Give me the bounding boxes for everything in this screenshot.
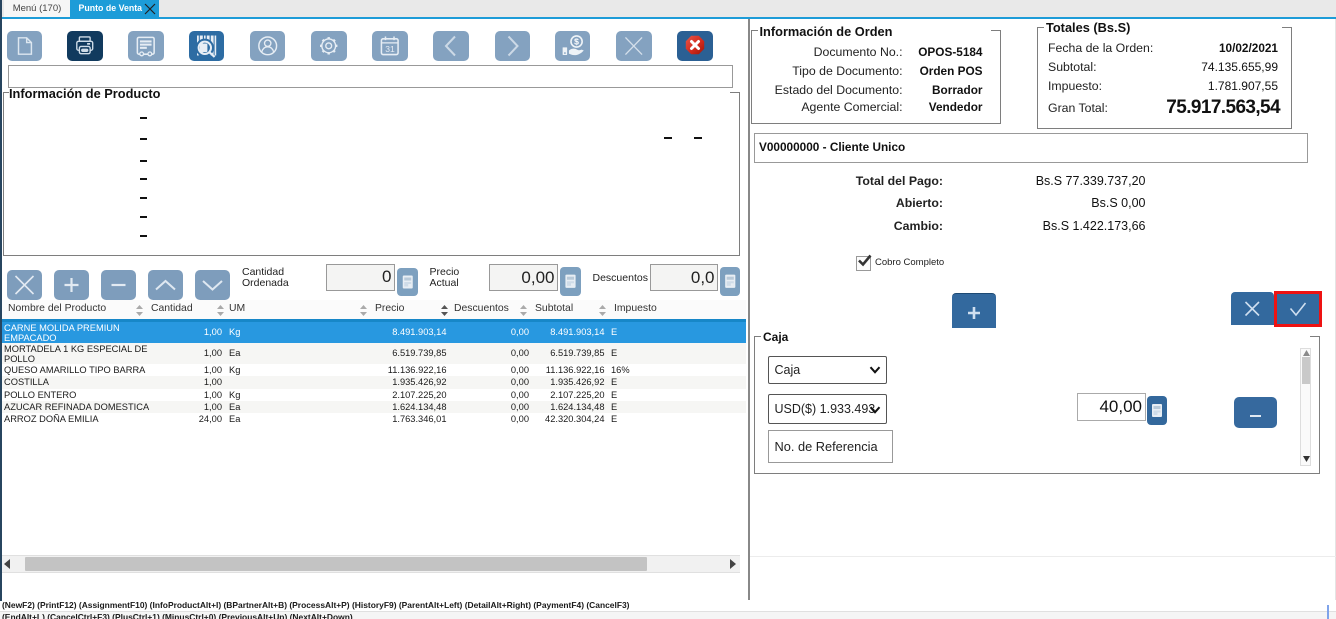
svg-text:31: 31 bbox=[386, 44, 396, 54]
svg-text:$: $ bbox=[574, 37, 579, 47]
